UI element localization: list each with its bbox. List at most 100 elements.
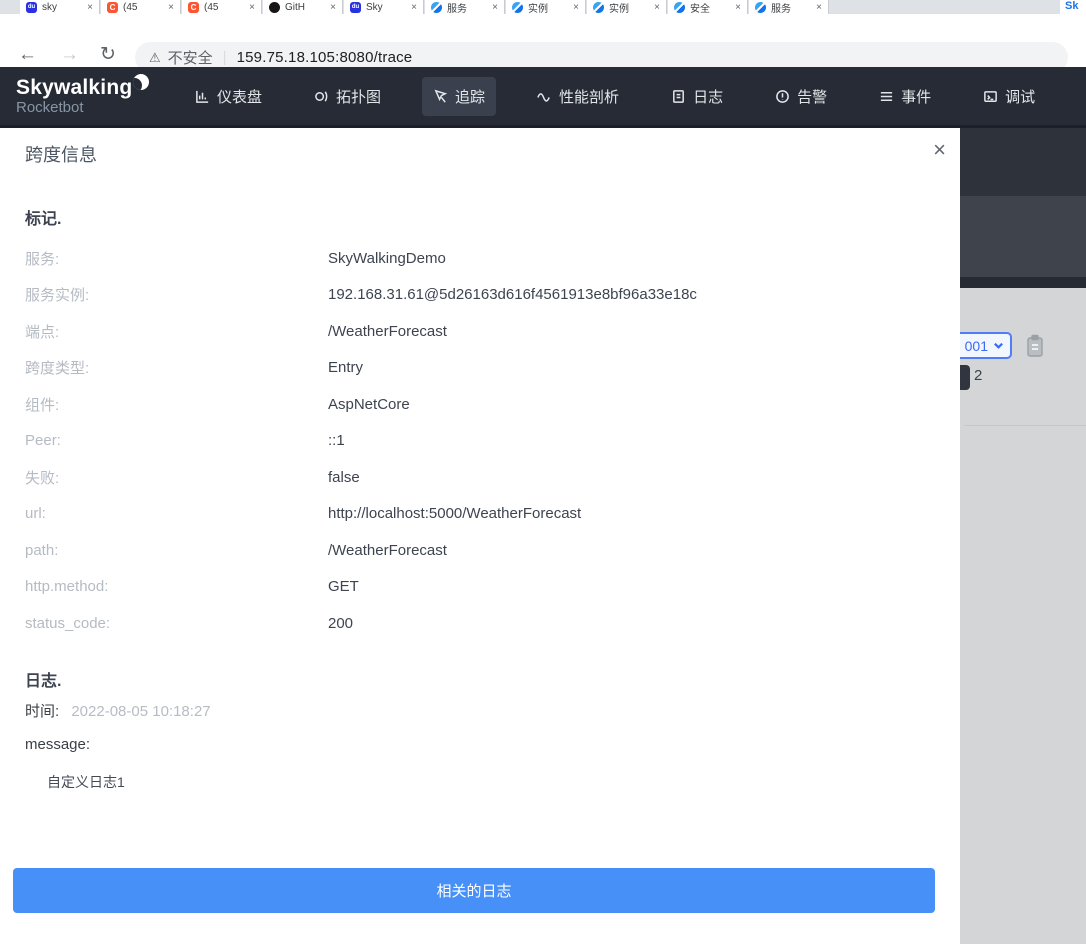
browser-tab-partial[interactable]: Sk	[1060, 0, 1086, 14]
tab-close-icon[interactable]: ×	[573, 2, 579, 13]
tab-close-icon[interactable]: ×	[87, 2, 93, 13]
tencent-cloud-icon	[593, 1, 604, 13]
field-value: false	[328, 468, 360, 486]
not-secure-label: 不安全	[167, 50, 213, 67]
reload-button[interactable]: ↻	[100, 45, 116, 65]
menu-item-debug[interactable]: 调试	[972, 77, 1046, 116]
tab-close-icon[interactable]: ×	[816, 2, 822, 13]
menu-item-alarm[interactable]: 告警	[764, 77, 838, 116]
tab-close-icon[interactable]: ×	[330, 2, 336, 13]
field-label: url:	[25, 505, 46, 523]
github-icon	[269, 1, 280, 13]
tencent-cloud-icon	[674, 1, 685, 13]
field-value: http://localhost:5000/WeatherForecast	[328, 505, 582, 523]
field-label: 跨度类型:	[25, 360, 90, 378]
log-message-label: message:	[25, 736, 91, 753]
modal-title: 跨度信息	[25, 145, 97, 165]
tab-title: 安全	[690, 3, 710, 15]
horizontal-divider	[964, 425, 1086, 426]
field-label: 服务:	[25, 250, 60, 268]
field-row-instance: 服务实例: 192.168.31.61@5d26163d616f4561913e8…	[25, 277, 935, 314]
field-value: AspNetCore	[328, 395, 410, 413]
back-button[interactable]: ←	[18, 45, 37, 65]
skywalking-logo[interactable]: Skywalking Rocketbot	[16, 74, 166, 116]
profile-icon	[537, 92, 550, 102]
browser-tab[interactable]: GitH ×	[263, 0, 343, 14]
log-time-label: 时间:	[25, 703, 60, 720]
tab-close-icon[interactable]: ×	[735, 2, 741, 13]
field-value: Entry	[328, 359, 364, 377]
topology-icon	[315, 90, 328, 102]
trace-port-select[interactable]: 001	[960, 332, 1012, 359]
span-count-badge: 2	[974, 367, 983, 384]
browser-tab[interactable]: 实例 ×	[587, 0, 667, 14]
field-row-span-type: 跨度类型: Entry	[25, 350, 935, 387]
field-row-path: path: /WeatherForecast	[25, 532, 935, 569]
menu-label: 追踪	[455, 88, 486, 106]
menu-label: 告警	[797, 88, 828, 106]
tab-close-icon[interactable]: ×	[249, 2, 255, 13]
navbar-menu: 仪表盘 拓扑图 追踪 性能剖析 日志 告警 事件 调试	[184, 76, 1046, 116]
debug-icon	[984, 90, 997, 102]
browser-tab[interactable]: 安全 ×	[668, 0, 748, 14]
field-label: Peer:	[25, 432, 61, 450]
not-secure-warning-icon: ⚠	[149, 49, 161, 65]
browser-tab[interactable]: du sky ×	[20, 0, 100, 14]
trace-filter-dark-section	[960, 196, 1086, 277]
related-logs-button[interactable]: 相关的日志	[13, 868, 935, 913]
omnibox-separator: |	[222, 49, 227, 66]
field-row-url: url: http://localhost:5000/WeatherForecas…	[25, 496, 935, 533]
tab-title: GitH	[285, 1, 305, 13]
browser-tab[interactable]: 服务 ×	[749, 0, 829, 14]
menu-item-dashboard[interactable]: 仪表盘	[184, 77, 273, 116]
tab-close-icon[interactable]: ×	[411, 2, 417, 13]
field-row-component: 组件: AspNetCore	[25, 386, 935, 423]
forward-button[interactable]: →	[60, 45, 79, 65]
select-value: 001	[964, 337, 988, 354]
browser-toolbar: ← → ↻ ⚠ 不安全 | 159.75.18.105:8080/trace	[0, 14, 1086, 73]
browser-tab[interactable]: C (45 ×	[101, 0, 181, 14]
browser-tab[interactable]: 服务 ×	[425, 0, 505, 14]
logo-text: Skywalking	[16, 76, 133, 99]
tab-close-icon[interactable]: ×	[168, 2, 174, 13]
field-label: path:	[25, 541, 59, 559]
menu-label: 调试	[1005, 88, 1036, 106]
trace-toolbar-dark-section	[960, 128, 1086, 196]
browser-tab[interactable]: du Sky ×	[344, 0, 424, 14]
tags-section-heading: 标记.	[25, 211, 62, 228]
trace-page-background: 001 2	[960, 128, 1086, 944]
field-row-error: 失败: false	[25, 459, 935, 496]
csdn-icon: C	[107, 1, 118, 13]
field-row-status-code: status_code: 200	[25, 605, 935, 642]
span-fields: 服务: SkyWalkingDemo 服务实例: 192.168.31.61@5d2…	[25, 240, 935, 642]
copy-clipboard-icon[interactable]	[1024, 334, 1046, 358]
field-label: status_code:	[25, 614, 111, 632]
logs-section-heading: 日志.	[25, 673, 62, 690]
tab-close-icon[interactable]: ×	[492, 2, 498, 13]
skywalking-navbar: Skywalking Rocketbot 仪表盘 拓扑图 追踪 性能剖析 日志 …	[0, 67, 1086, 128]
menu-item-profile[interactable]: 性能剖析	[526, 77, 630, 116]
trace-tag-chip[interactable]	[960, 365, 970, 390]
menu-item-log[interactable]: 日志	[660, 77, 734, 116]
log-time-row: 时间: 2022-08-05 10:18:27	[25, 700, 211, 721]
url-text: 159.75.18.105:8080/trace	[236, 49, 413, 66]
menu-item-topology[interactable]: 拓扑图	[303, 77, 392, 116]
tab-title: (45	[204, 1, 219, 13]
tab-close-icon[interactable]: ×	[654, 2, 660, 13]
field-value: 200	[328, 614, 354, 632]
tab-title: sky	[42, 1, 57, 13]
baidu-icon: du	[350, 1, 361, 13]
field-row-endpoint: 端点: /WeatherForecast	[25, 313, 935, 350]
field-value: /WeatherForecast	[328, 541, 447, 559]
close-icon[interactable]: ×	[933, 139, 946, 161]
menu-item-trace[interactable]: 追踪	[422, 76, 497, 116]
field-row-service: 服务: SkyWalkingDemo	[25, 240, 935, 277]
field-value: SkyWalkingDemo	[328, 249, 446, 267]
menu-item-event[interactable]: 事件	[868, 77, 942, 116]
menu-label: 事件	[901, 88, 932, 106]
log-icon	[673, 89, 684, 103]
browser-tab[interactable]: 实例 ×	[506, 0, 586, 14]
tencent-cloud-icon	[512, 1, 523, 13]
browser-tab[interactable]: C (45 ×	[182, 0, 262, 14]
menu-label: 日志	[693, 88, 724, 106]
